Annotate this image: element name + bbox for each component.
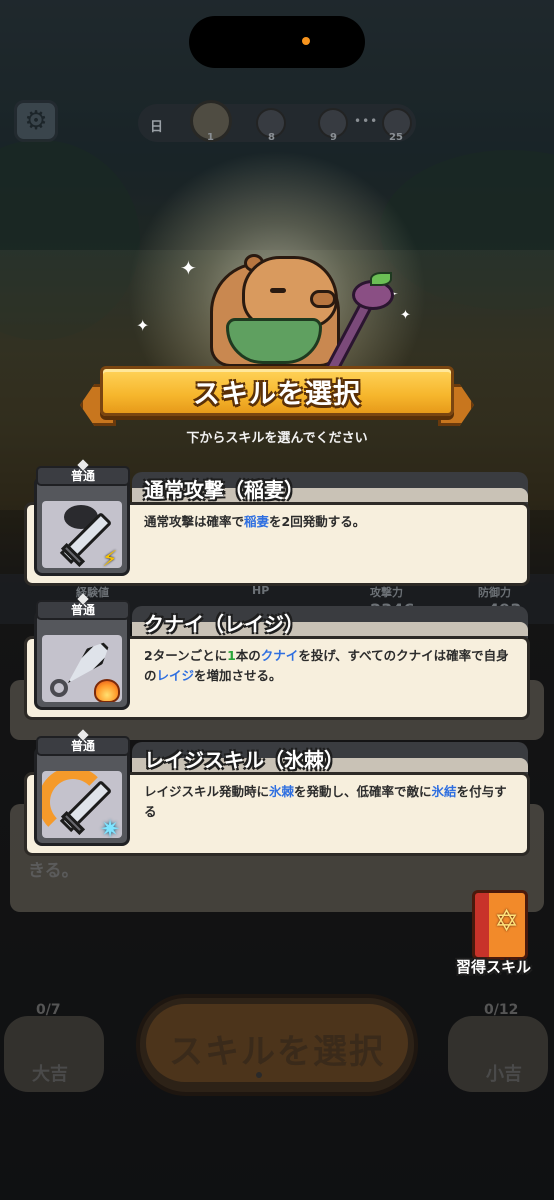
dialog-subtitle: 下からスキルを選んでください <box>186 431 368 446</box>
description-text: 2ターンごとに <box>144 648 228 663</box>
keyword-highlight: 稲妻 <box>244 514 270 529</box>
small-luck-count: 0/12 <box>484 1002 519 1018</box>
lightning-icon: ⚡ <box>102 547 118 568</box>
sparkle-icon: ✦ <box>136 316 150 335</box>
stage-node-number: 9 <box>330 132 337 143</box>
small-luck-label: 小吉 <box>486 1064 522 1085</box>
sparkle-icon: ✦ <box>400 308 411 323</box>
stage-node-number: 1 <box>207 132 214 143</box>
description-text: を2回発動する。 <box>269 514 366 529</box>
sword-lightning-icon: ⚡ <box>34 476 130 576</box>
camera-indicator-dot <box>302 37 310 45</box>
great-luck-count: 0/7 <box>36 1002 61 1018</box>
keyword-highlight: 氷結 <box>431 784 457 799</box>
skill-card[interactable]: レイジスキル（氷棘） レイジスキル発動時に氷棘を発動し、低確率で敵に氷結を付与す… <box>24 729 530 856</box>
defense-label: 防御力 <box>478 586 511 599</box>
skill-description: 通常攻撃は確率で稲妻を2回発動する。 <box>144 512 516 532</box>
sparkle-icon: ✦ <box>180 256 197 280</box>
skill-description: 2ターンごとに1本のクナイを投げ、すべてのクナイは確率で自身のレイジを増加させる… <box>144 646 516 686</box>
gear-icon: ⚙ <box>24 106 48 136</box>
learned-skills-label: 習得スキル <box>456 958 532 976</box>
description-text: 本の <box>235 648 261 663</box>
keyword-highlight: クナイ <box>260 648 299 663</box>
main-button-dot <box>256 1072 262 1078</box>
attack-label: 攻撃力 <box>370 586 403 599</box>
sword-ice-icon: ✷ <box>34 746 130 846</box>
description-text: を発動し、低確率で敵に <box>294 784 432 799</box>
description-text: 通常攻撃は確率で <box>144 514 245 529</box>
kunai-fire-icon <box>34 610 130 710</box>
dynamic-island <box>189 16 365 68</box>
skill-name: クナイ（レイジ） <box>144 612 304 636</box>
fire-icon <box>94 679 120 702</box>
leaf-icon <box>370 272 392 286</box>
description-text: レイジスキル発動時に <box>144 784 270 799</box>
stage-node-number: 8 <box>268 132 275 143</box>
skill-name: 通常攻撃（稲妻） <box>144 478 304 502</box>
obscured-description-text: きる。 <box>28 861 79 881</box>
skill-name: レイジスキル（氷棘） <box>144 748 344 772</box>
capybara-nose <box>310 290 336 308</box>
stage-node-number: 25 <box>389 132 403 143</box>
skill-card[interactable]: 通常攻撃（稲妻） 通常攻撃は確率で稲妻を2回発動する。 ⚡ 普通 <box>24 459 530 586</box>
keyword-highlight: 氷棘 <box>269 784 295 799</box>
capybara-eye <box>270 288 286 293</box>
description-text: を増加させる。 <box>194 668 282 683</box>
dialog-title: スキルを選択 <box>193 378 361 410</box>
ice-shard-icon: ✷ <box>100 815 121 838</box>
keyword-highlight: 1 <box>227 648 236 663</box>
skill-card[interactable]: クナイ（レイジ） 2ターンごとに1本のクナイを投げ、すべてのクナイは確率で自身の… <box>24 593 530 720</box>
day-label: 日 <box>150 120 164 135</box>
progress-dots: ••• <box>354 114 379 128</box>
keyword-highlight: レイジ <box>156 668 195 683</box>
settings-button[interactable]: ⚙ <box>14 100 58 142</box>
skill-description: レイジスキル発動時に氷棘を発動し、低確率で敵に氷結を付与する <box>144 782 516 822</box>
hexagram-icon: ✡ <box>494 904 520 939</box>
kunai-ring <box>50 679 68 697</box>
title-banner: スキルを選択 <box>100 366 454 416</box>
